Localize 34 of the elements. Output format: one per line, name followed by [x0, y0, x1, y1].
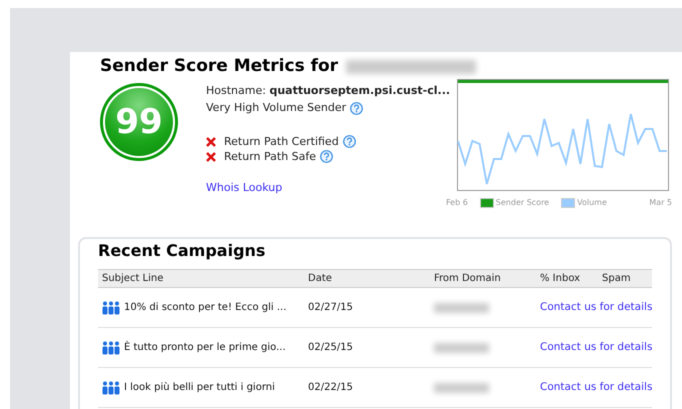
column-header: Date: [308, 272, 333, 286]
table-cell-text: I look più belli per tutti i giorni: [124, 381, 275, 396]
column-header: From Domain: [434, 272, 502, 286]
blurred-domain: [434, 302, 489, 313]
column-header: Spam: [602, 272, 632, 286]
contact-link[interactable]: Contact us for details: [540, 340, 652, 356]
whois-link[interactable]: Whois Lookup: [206, 180, 282, 197]
people-icon: [102, 300, 120, 315]
legend-label: Sender Score: [496, 197, 550, 210]
legend-label: Volume: [577, 197, 607, 210]
certification-label: Return Path Safe: [224, 149, 316, 164]
column-header: % Inbox: [540, 272, 582, 286]
contact-link[interactable]: Contact us for details: [540, 380, 652, 396]
help-icon[interactable]: [320, 150, 334, 164]
people-icon: [102, 340, 120, 355]
section-title: Recent Campaigns: [98, 241, 266, 262]
certification-label: Return Path Certified: [224, 134, 339, 150]
people-icon: [102, 380, 120, 395]
table-cell-text: 02/22/15: [308, 381, 354, 396]
column-header: Subject Line: [102, 272, 164, 286]
axis-start-label: Feb 6: [446, 197, 468, 210]
blurred-domain: [434, 382, 489, 393]
table-cell: È tutto pronto per le prime gio...: [124, 340, 286, 356]
score-badge: 99: [100, 83, 178, 162]
table-cell-text: 02/25/15: [308, 341, 354, 356]
table-cell-text: 02/27/15: [308, 301, 354, 316]
contact-link[interactable]: Contact us for details: [540, 300, 652, 316]
page-title: Sender Score Metrics for: [100, 52, 672, 78]
table-cell-text: 10% di sconto per te! Ecco gli ...: [124, 301, 286, 316]
blurred-domain: [434, 342, 489, 353]
axis-end-label: Mar 5: [649, 197, 672, 210]
help-icon[interactable]: [342, 135, 356, 148]
help-icon[interactable]: [350, 102, 364, 114]
volume-class: Very High Volume Sender: [206, 100, 346, 116]
